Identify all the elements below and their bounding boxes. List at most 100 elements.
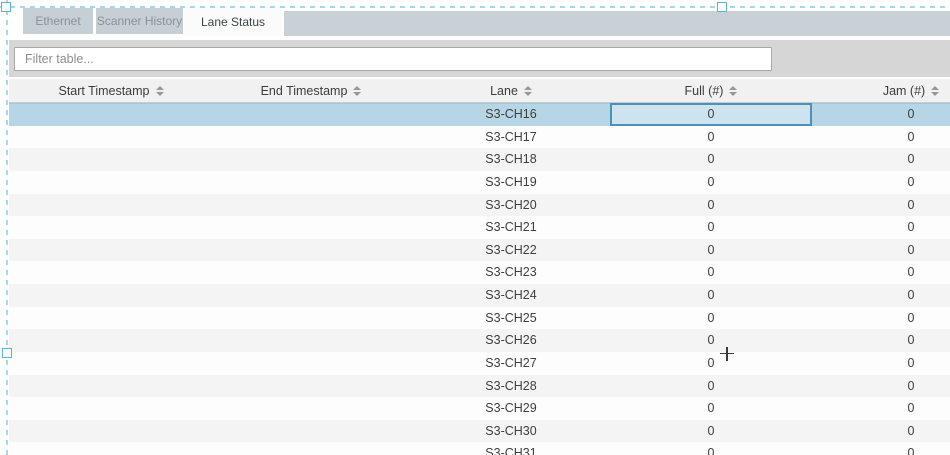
cell-full[interactable]: 0 bbox=[611, 261, 811, 284]
cell-full[interactable]: 0 bbox=[611, 420, 811, 443]
cell-start[interactable] bbox=[11, 352, 211, 375]
cell-lane[interactable]: S3-CH30 bbox=[411, 420, 611, 443]
table-row[interactable]: S3-CH17 0 0 bbox=[9, 126, 950, 149]
table-row[interactable]: S3-CH28 0 0 bbox=[9, 375, 950, 398]
table-row[interactable]: S3-CH30 0 0 bbox=[9, 420, 950, 443]
column-header-full[interactable]: Full (#) bbox=[611, 79, 811, 102]
table-row[interactable]: S3-CH24 0 0 bbox=[9, 284, 950, 307]
column-header-lane[interactable]: Lane bbox=[411, 79, 611, 102]
cell-start[interactable] bbox=[11, 194, 211, 217]
table-row[interactable]: S3-CH19 0 0 bbox=[9, 171, 950, 194]
cell-full[interactable]: 0 bbox=[611, 126, 811, 149]
cell-end[interactable] bbox=[211, 284, 411, 307]
table-row[interactable]: S3-CH27 0 0 bbox=[9, 352, 950, 375]
cell-start[interactable] bbox=[11, 261, 211, 284]
cell-start[interactable] bbox=[11, 239, 211, 262]
table-row[interactable]: S3-CH25 0 0 bbox=[9, 307, 950, 330]
cell-lane[interactable]: S3-CH28 bbox=[411, 375, 611, 398]
cell-lane[interactable]: S3-CH23 bbox=[411, 261, 611, 284]
cell-end[interactable] bbox=[211, 420, 411, 443]
cell-end[interactable] bbox=[211, 194, 411, 217]
cell-full[interactable]: 0 bbox=[611, 171, 811, 194]
cell-lane[interactable]: S3-CH29 bbox=[411, 397, 611, 420]
tab-scanner-history[interactable]: Scanner History bbox=[96, 8, 183, 34]
cell-lane[interactable]: S3-CH21 bbox=[411, 216, 611, 239]
cell-end[interactable] bbox=[211, 352, 411, 375]
table-row[interactable]: S3-CH16 0 0 bbox=[9, 103, 950, 126]
tab-ethernet[interactable]: Ethernet bbox=[23, 8, 93, 34]
cell-start[interactable] bbox=[11, 126, 211, 149]
table-row[interactable]: S3-CH23 0 0 bbox=[9, 261, 950, 284]
cell-lane[interactable]: S3-CH26 bbox=[411, 329, 611, 352]
filter-table-input[interactable] bbox=[14, 47, 772, 71]
cell-full[interactable]: 0 bbox=[611, 397, 811, 420]
cell-jam[interactable]: 0 bbox=[811, 103, 950, 126]
cell-lane[interactable]: S3-CH18 bbox=[411, 148, 611, 171]
cell-full[interactable]: 0 bbox=[611, 194, 811, 217]
cell-jam[interactable]: 0 bbox=[811, 442, 950, 455]
cell-full[interactable]: 0 bbox=[611, 307, 811, 330]
cell-jam[interactable]: 0 bbox=[811, 329, 950, 352]
cell-start[interactable] bbox=[11, 442, 211, 455]
cell-jam[interactable]: 0 bbox=[811, 171, 950, 194]
cell-lane[interactable]: S3-CH20 bbox=[411, 194, 611, 217]
table-row[interactable]: S3-CH20 0 0 bbox=[9, 194, 950, 217]
cell-jam[interactable]: 0 bbox=[811, 284, 950, 307]
cell-jam[interactable]: 0 bbox=[811, 397, 950, 420]
cell-end[interactable] bbox=[211, 239, 411, 262]
table-row[interactable]: S3-CH18 0 0 bbox=[9, 148, 950, 171]
cell-lane[interactable]: S3-CH22 bbox=[411, 239, 611, 262]
cell-lane[interactable]: S3-CH24 bbox=[411, 284, 611, 307]
cell-full[interactable]: 0 bbox=[611, 329, 811, 352]
cell-full[interactable]: 0 bbox=[610, 103, 812, 126]
column-header-jam[interactable]: Jam (#) bbox=[811, 79, 950, 102]
cell-jam[interactable]: 0 bbox=[811, 420, 950, 443]
column-header-end-timestamp[interactable]: End Timestamp bbox=[211, 79, 411, 102]
cell-end[interactable] bbox=[211, 375, 411, 398]
cell-start[interactable] bbox=[11, 420, 211, 443]
cell-jam[interactable]: 0 bbox=[811, 352, 950, 375]
cell-start[interactable] bbox=[11, 307, 211, 330]
cell-start[interactable] bbox=[11, 329, 211, 352]
cell-lane[interactable]: S3-CH25 bbox=[411, 307, 611, 330]
cell-jam[interactable]: 0 bbox=[811, 375, 950, 398]
cell-jam[interactable]: 0 bbox=[811, 261, 950, 284]
selection-handle-left-middle[interactable] bbox=[2, 348, 12, 358]
cell-full[interactable]: 0 bbox=[611, 442, 811, 455]
table-row[interactable]: S3-CH29 0 0 bbox=[9, 397, 950, 420]
cell-lane[interactable]: S3-CH16 bbox=[411, 103, 611, 126]
cell-full[interactable]: 0 bbox=[611, 375, 811, 398]
cell-jam[interactable]: 0 bbox=[811, 194, 950, 217]
cell-full[interactable]: 0 bbox=[611, 352, 811, 375]
cell-end[interactable] bbox=[211, 261, 411, 284]
cell-end[interactable] bbox=[211, 103, 411, 126]
cell-end[interactable] bbox=[211, 442, 411, 455]
column-header-start-timestamp[interactable]: Start Timestamp bbox=[11, 79, 211, 102]
cell-full[interactable]: 0 bbox=[611, 239, 811, 262]
cell-start[interactable] bbox=[11, 103, 211, 126]
cell-jam[interactable]: 0 bbox=[811, 307, 950, 330]
cell-start[interactable] bbox=[11, 397, 211, 420]
cell-end[interactable] bbox=[211, 126, 411, 149]
cell-lane[interactable]: S3-CH17 bbox=[411, 126, 611, 149]
cell-lane[interactable]: S3-CH31 bbox=[411, 442, 611, 455]
cell-full[interactable]: 0 bbox=[611, 148, 811, 171]
cell-start[interactable] bbox=[11, 171, 211, 194]
cell-jam[interactable]: 0 bbox=[811, 148, 950, 171]
cell-end[interactable] bbox=[211, 148, 411, 171]
table-row[interactable]: S3-CH31 0 0 bbox=[9, 442, 950, 455]
selection-handle-top-middle[interactable] bbox=[717, 2, 727, 12]
tab-lane-status[interactable]: Lane Status bbox=[184, 8, 282, 36]
table-row[interactable]: S3-CH21 0 0 bbox=[9, 216, 950, 239]
cell-start[interactable] bbox=[11, 375, 211, 398]
cell-start[interactable] bbox=[11, 284, 211, 307]
cell-lane[interactable]: S3-CH19 bbox=[411, 171, 611, 194]
cell-jam[interactable]: 0 bbox=[811, 126, 950, 149]
cell-full[interactable]: 0 bbox=[611, 216, 811, 239]
cell-end[interactable] bbox=[211, 329, 411, 352]
selection-handle-top-left[interactable] bbox=[1, 2, 11, 12]
cell-end[interactable] bbox=[211, 171, 411, 194]
cell-end[interactable] bbox=[211, 307, 411, 330]
cell-jam[interactable]: 0 bbox=[811, 239, 950, 262]
cell-start[interactable] bbox=[11, 216, 211, 239]
